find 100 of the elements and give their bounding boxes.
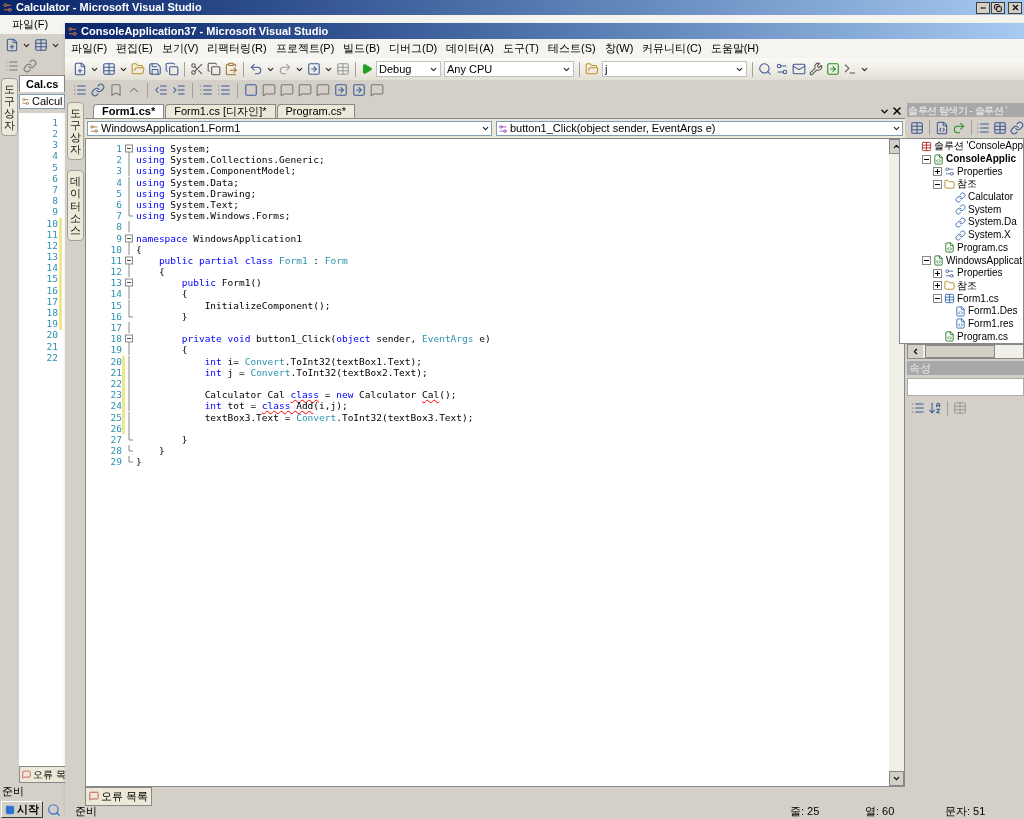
line-number: 9: [115, 232, 122, 244]
caret-icon[interactable]: [892, 124, 901, 133]
menu-item[interactable]: 파일(F): [10, 16, 51, 33]
minimize-button[interactable]: [976, 1, 990, 14]
expand-icon[interactable]: [933, 281, 942, 291]
expand-icon[interactable]: [933, 268, 942, 278]
link-icon[interactable]: [1010, 120, 1024, 135]
undo-icon[interactable]: [249, 62, 263, 76]
collapse-icon[interactable]: [125, 143, 134, 155]
menu-item[interactable]: 보기(V): [161, 40, 199, 57]
close-icon[interactable]: [891, 105, 903, 117]
play-icon[interactable]: [361, 63, 373, 75]
copy-icon[interactable]: [207, 62, 221, 76]
new-project-icon[interactable]: [73, 62, 87, 76]
expand-icon[interactable]: [933, 167, 942, 177]
properties-object-field[interactable]: [907, 378, 1024, 396]
configuration-combo[interactable]: Debug: [376, 61, 441, 77]
collapse-icon[interactable]: [125, 277, 134, 289]
collapse-icon[interactable]: [922, 154, 931, 164]
tree-item[interactable]: Form1.res: [968, 317, 1014, 330]
scroll-up-icon[interactable]: [892, 142, 901, 151]
tree-item[interactable]: 참조: [957, 279, 977, 292]
file-tab[interactable]: Program.cs*: [276, 104, 356, 118]
line-number: 9: [52, 207, 58, 217]
tree-item[interactable]: Properties: [957, 267, 1003, 280]
save-all-icon[interactable]: [165, 62, 179, 76]
menu-item[interactable]: 프로젝트(P): [275, 40, 335, 57]
scroll-down-icon[interactable]: [892, 774, 901, 783]
collapse-icon[interactable]: [125, 254, 134, 267]
tree-item[interactable]: Program.cs: [957, 330, 1009, 343]
tree-item[interactable]: Form1.Des: [968, 305, 1018, 318]
file-icon[interactable]: [934, 120, 949, 135]
link-icon[interactable]: [23, 59, 37, 73]
tools-icon[interactable]: [809, 62, 823, 76]
add-item-icon[interactable]: [102, 62, 116, 76]
type-combo[interactable]: Calcul: [19, 94, 65, 109]
find-combo[interactable]: j: [602, 61, 747, 77]
tree-item[interactable]: System: [968, 203, 1002, 216]
tree-item[interactable]: System.X: [968, 229, 1011, 242]
type-combo[interactable]: WindowsApplication1.Form1: [87, 121, 492, 136]
dropdown-icon[interactable]: [879, 106, 890, 117]
find-in-files-icon[interactable]: [585, 62, 599, 76]
file-tab[interactable]: Cal.cs: [19, 74, 66, 92]
line-number: 3: [52, 140, 58, 150]
data-sources-tab[interactable]: 데이터 소스: [66, 170, 84, 241]
sort-icon[interactable]: [928, 401, 942, 415]
refresh-icon[interactable]: [951, 120, 966, 135]
horizontal-scrollbar[interactable]: [907, 344, 1024, 359]
caret-icon[interactable]: [481, 124, 490, 133]
solution-icon[interactable]: [910, 120, 924, 135]
collapse-icon[interactable]: [933, 179, 942, 189]
menu-item[interactable]: 편집(E): [116, 40, 153, 57]
tree-item[interactable]: 솔루션 'ConsoleApp: [933, 140, 1023, 153]
collapse-icon[interactable]: [922, 256, 931, 266]
link-icon[interactable]: [91, 83, 105, 97]
platform-combo[interactable]: Any CPU: [444, 61, 574, 77]
bookmark-icon[interactable]: [244, 83, 258, 97]
start-button[interactable]: 시작: [1, 801, 43, 818]
menu-item[interactable]: 도구(T): [502, 40, 539, 57]
add-item-icon[interactable]: [34, 38, 48, 52]
member-combo[interactable]: button1_Click(object sender, EventArgs e): [496, 121, 903, 136]
menu-item[interactable]: 커뮤니티(C): [642, 40, 702, 57]
collapse-icon[interactable]: [933, 294, 942, 304]
toolbox-tab[interactable]: 도구 상자: [1, 78, 18, 137]
tree-item[interactable]: WindowsApplicat: [946, 254, 1023, 267]
scroll-left-icon[interactable]: [911, 347, 920, 356]
navigate-icon[interactable]: [307, 62, 321, 76]
close-button[interactable]: [1008, 1, 1022, 14]
tree-item[interactable]: 참조: [957, 178, 977, 191]
paste-icon[interactable]: [224, 62, 238, 76]
menu-item[interactable]: 데이터(A): [446, 40, 494, 57]
menu-item[interactable]: 디버그(D): [389, 40, 438, 57]
menu-item[interactable]: 도움말(H): [710, 40, 759, 57]
tree-item[interactable]: System.Da: [968, 216, 1017, 229]
save-icon[interactable]: [148, 62, 162, 76]
tree-item[interactable]: ConsoleApplic: [946, 153, 1016, 166]
search-icon[interactable]: [758, 62, 772, 76]
tree-item[interactable]: Program.cs: [957, 241, 1009, 254]
terminal-icon[interactable]: [843, 62, 857, 76]
indent-icon[interactable]: [172, 83, 186, 97]
cut-icon[interactable]: [190, 62, 204, 76]
designer-icon[interactable]: [993, 120, 1007, 135]
tree-item[interactable]: Calculator: [968, 191, 1014, 204]
tree-item[interactable]: Properties: [957, 165, 1003, 178]
toolbox-tab[interactable]: 도구 상자: [66, 102, 84, 161]
tree-item[interactable]: Form1.cs: [957, 292, 999, 305]
collapse-icon[interactable]: [125, 232, 134, 244]
menu-item[interactable]: 창(W): [604, 40, 634, 57]
error-list-tab[interactable]: 오류 목록: [85, 787, 153, 806]
properties-icon[interactable]: [775, 62, 789, 76]
menu-item[interactable]: 리팩터링(R): [207, 40, 267, 57]
menu-item[interactable]: 테스트(S): [548, 40, 596, 57]
file-tab[interactable]: Form1.cs [디자인]*: [165, 104, 276, 118]
mail-icon[interactable]: [792, 62, 806, 76]
restore-button[interactable]: [991, 1, 1005, 14]
new-project-icon[interactable]: [5, 38, 19, 52]
menu-item[interactable]: 빌드(B): [343, 40, 380, 57]
menu-item[interactable]: 파일(F): [71, 40, 108, 57]
file-tab[interactable]: Form1.cs*: [93, 104, 165, 118]
collapse-icon[interactable]: [125, 333, 134, 345]
